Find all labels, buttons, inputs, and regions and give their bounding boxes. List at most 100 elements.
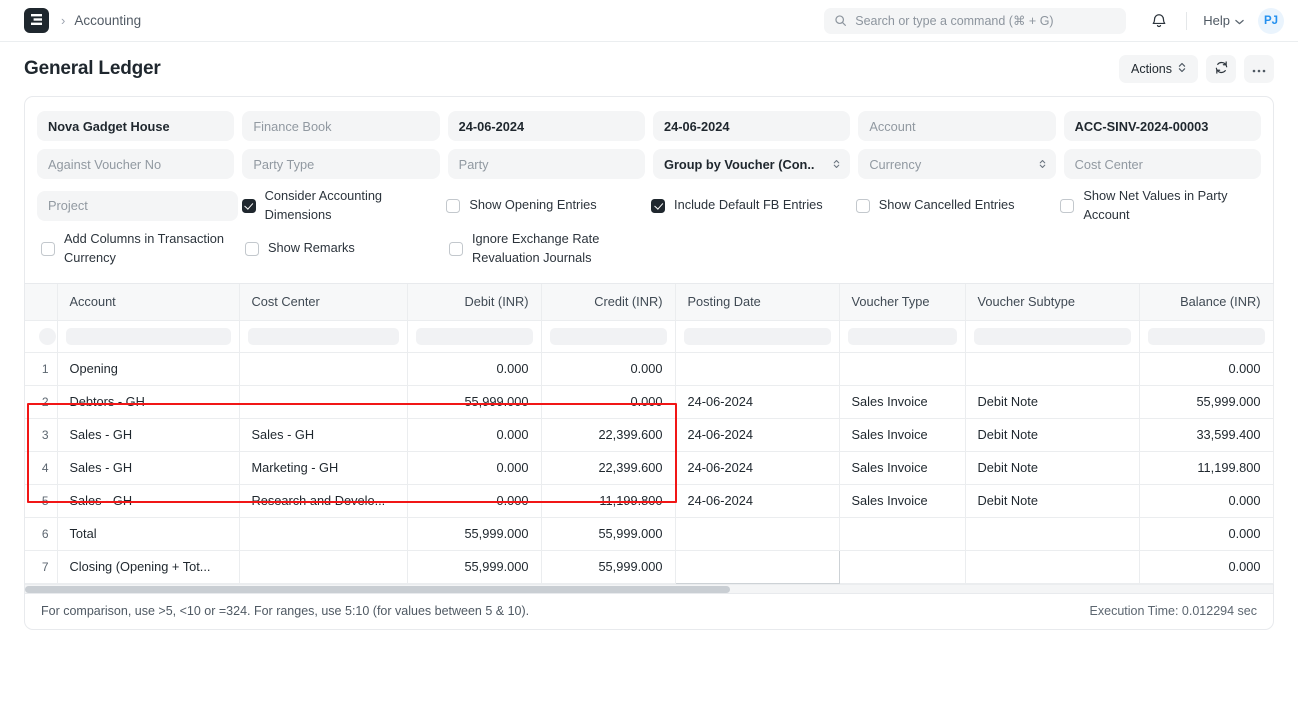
cell-cost-center[interactable]: Sales - GH (239, 418, 407, 451)
cell-voucher-type[interactable]: Sales Invoice (839, 418, 965, 451)
table-row[interactable]: 1 Opening 0.000 0.000 0.000 (25, 352, 1273, 385)
cell-cost-center[interactable] (239, 550, 407, 583)
filter-company[interactable]: Nova Gadget House (37, 111, 234, 141)
cell-voucher-type[interactable] (839, 352, 965, 385)
checkbox-show-cancelled-entries[interactable]: Show Cancelled Entries (852, 187, 1057, 224)
filter-cell-account[interactable] (57, 320, 239, 352)
filter-pill[interactable] (550, 328, 667, 345)
filter-currency[interactable]: Currency (858, 149, 1055, 179)
filter-to-date[interactable]: 24-06-2024 (653, 111, 850, 141)
filter-voucher-no[interactable]: ACC-SINV-2024-00003 (1064, 111, 1261, 141)
cell-voucher-subtype[interactable] (965, 517, 1139, 550)
cell-account[interactable]: Closing (Opening + Tot... (57, 550, 239, 583)
filter-party-type[interactable]: Party Type (242, 149, 439, 179)
filter-group-by[interactable]: Group by Voucher (Con.. (653, 149, 850, 179)
filter-pill[interactable] (1148, 328, 1265, 345)
cell-voucher-subtype[interactable] (965, 352, 1139, 385)
filter-cell-debit[interactable] (407, 320, 541, 352)
cell-balance[interactable]: 0.000 (1139, 484, 1273, 517)
global-search[interactable] (824, 8, 1126, 34)
filter-cell-posting-date[interactable] (675, 320, 839, 352)
cell-balance[interactable]: 33,599.400 (1139, 418, 1273, 451)
cell-account[interactable]: Opening (57, 352, 239, 385)
filter-project[interactable]: Project (37, 191, 238, 221)
cell-posting-date[interactable]: 24-06-2024 (675, 484, 839, 517)
help-menu[interactable]: Help (1199, 9, 1248, 32)
table-row[interactable]: 7 Closing (Opening + Tot... 55,999.000 5… (25, 550, 1273, 583)
cell-debit[interactable]: 55,999.000 (407, 517, 541, 550)
cell-debit[interactable]: 0.000 (407, 418, 541, 451)
refresh-button[interactable] (1206, 55, 1236, 83)
cell-account[interactable]: Sales - GH (57, 451, 239, 484)
checkbox-box-icon[interactable] (245, 242, 259, 256)
cell-debit[interactable]: 55,999.000 (407, 550, 541, 583)
filter-cell-credit[interactable] (541, 320, 675, 352)
cell-posting-date[interactable] (675, 517, 839, 550)
checkbox-box-icon[interactable] (446, 199, 460, 213)
checkbox-box-icon[interactable] (1060, 199, 1074, 213)
checkbox-box-icon[interactable] (449, 242, 463, 256)
filter-cell-cost-center[interactable] (239, 320, 407, 352)
col-header-account[interactable]: Account (57, 284, 239, 320)
cell-account[interactable]: Debtors - GH (57, 385, 239, 418)
cell-voucher-type[interactable]: Sales Invoice (839, 484, 965, 517)
filter-pill[interactable] (416, 328, 533, 345)
filter-pill[interactable] (39, 328, 56, 345)
filter-party[interactable]: Party (448, 149, 645, 179)
table-row[interactable]: 4 Sales - GH Marketing - GH 0.000 22,399… (25, 451, 1273, 484)
cell-credit[interactable]: 11,199.800 (541, 484, 675, 517)
col-header-credit[interactable]: Credit (INR) (541, 284, 675, 320)
filter-finance-book[interactable]: Finance Book (242, 111, 439, 141)
notification-bell-icon[interactable] (1144, 6, 1174, 36)
cell-credit[interactable]: 0.000 (541, 352, 675, 385)
cell-cost-center[interactable] (239, 352, 407, 385)
col-header-posting-date[interactable]: Posting Date (675, 284, 839, 320)
cell-posting-date-selected[interactable] (675, 550, 839, 583)
filter-cell-balance[interactable] (1139, 320, 1273, 352)
table-row[interactable]: 3 Sales - GH Sales - GH 0.000 22,399.600… (25, 418, 1273, 451)
cell-debit[interactable]: 0.000 (407, 484, 541, 517)
checkbox-consider-accounting-dimensions[interactable]: Consider Accounting Dimensions (238, 187, 443, 224)
cell-cost-center[interactable]: Research and Develo... (239, 484, 407, 517)
filter-account[interactable]: Account (858, 111, 1055, 141)
cell-voucher-subtype[interactable]: Debit Note (965, 484, 1139, 517)
checkbox-box-icon[interactable] (651, 199, 665, 213)
cell-account[interactable]: Sales - GH (57, 484, 239, 517)
cell-voucher-type[interactable] (839, 550, 965, 583)
cell-voucher-type[interactable]: Sales Invoice (839, 385, 965, 418)
cell-cost-center[interactable]: Marketing - GH (239, 451, 407, 484)
checkbox-include-default-fb-entries[interactable]: Include Default FB Entries (647, 187, 852, 224)
filter-cell-voucher-subtype[interactable] (965, 320, 1139, 352)
cell-credit[interactable]: 22,399.600 (541, 418, 675, 451)
avatar[interactable]: PJ (1258, 8, 1284, 34)
cell-credit[interactable]: 55,999.000 (541, 517, 675, 550)
col-header-voucher-type[interactable]: Voucher Type (839, 284, 965, 320)
filter-pill[interactable] (66, 328, 231, 345)
checkbox-show-net-values-in-party-account[interactable]: Show Net Values in Party Account (1056, 187, 1261, 224)
more-options-button[interactable] (1244, 55, 1274, 83)
filter-pill[interactable] (974, 328, 1131, 345)
scrollbar-thumb[interactable] (25, 586, 730, 593)
filter-against-voucher-no[interactable]: Against Voucher No (37, 149, 234, 179)
cell-credit[interactable]: 22,399.600 (541, 451, 675, 484)
cell-account[interactable]: Total (57, 517, 239, 550)
filter-pill[interactable] (684, 328, 831, 345)
col-header-cost-center[interactable]: Cost Center (239, 284, 407, 320)
cell-voucher-type[interactable] (839, 517, 965, 550)
cell-voucher-type[interactable]: Sales Invoice (839, 451, 965, 484)
cell-credit[interactable]: 55,999.000 (541, 550, 675, 583)
cell-balance[interactable]: 0.000 (1139, 352, 1273, 385)
cell-debit[interactable]: 0.000 (407, 451, 541, 484)
filter-pill[interactable] (848, 328, 957, 345)
cell-balance[interactable]: 0.000 (1139, 517, 1273, 550)
filter-cost-center[interactable]: Cost Center (1064, 149, 1261, 179)
cell-posting-date[interactable]: 24-06-2024 (675, 451, 839, 484)
cell-posting-date[interactable]: 24-06-2024 (675, 418, 839, 451)
search-input[interactable] (855, 14, 1116, 28)
filter-from-date[interactable]: 24-06-2024 (448, 111, 645, 141)
cell-voucher-subtype[interactable] (965, 550, 1139, 583)
cell-credit[interactable]: 0.000 (541, 385, 675, 418)
checkbox-show-opening-entries[interactable]: Show Opening Entries (442, 187, 647, 224)
table-row[interactable]: 6 Total 55,999.000 55,999.000 0.000 (25, 517, 1273, 550)
col-header-voucher-subtype[interactable]: Voucher Subtype (965, 284, 1139, 320)
